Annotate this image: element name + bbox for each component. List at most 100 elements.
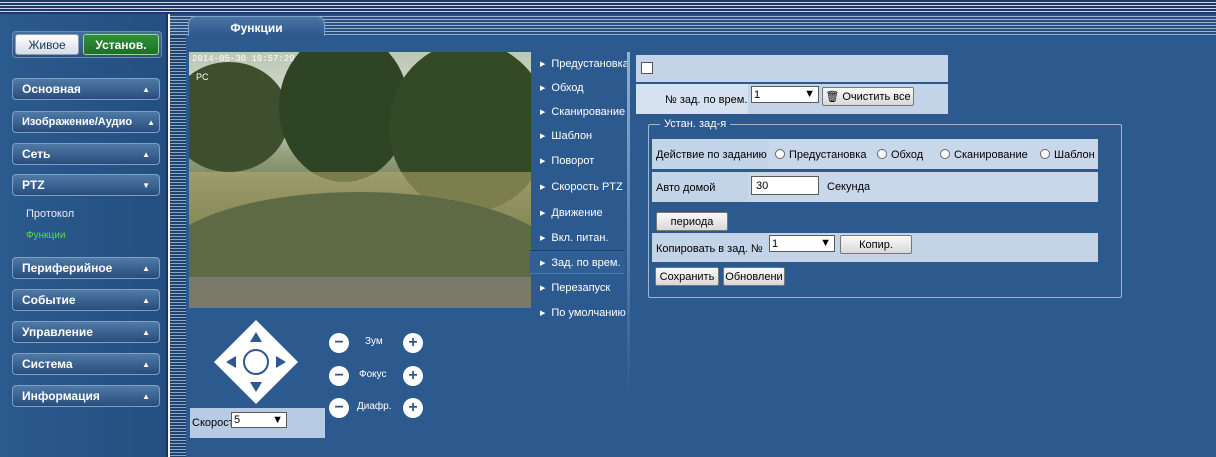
seconds-label: Секунда [827,181,871,193]
auto-home-input[interactable]: 30 [751,176,819,195]
action-option-pattern[interactable]: Шаблон [1040,149,1095,161]
copy-to-value: 1 [772,237,779,250]
copy-to-select[interactable]: 1 ▼ [769,235,835,252]
function-item-label: Поворот [551,155,595,167]
tab-strip [170,14,1216,36]
menu-event[interactable]: Событие ▲ [12,289,160,311]
chevron-up-icon: ▲ [142,392,150,401]
speed-select[interactable]: 5 ▼ [231,412,287,428]
tab-functions[interactable]: Функции [188,16,325,38]
radio-icon [877,149,887,159]
function-item-label: По умолчанию [551,307,626,319]
enable-row [636,55,948,82]
sidebar-item-protocol[interactable]: Протокол [26,208,74,220]
function-item-default[interactable]: ▶ По умолчанию [540,307,626,319]
zoom-in-button[interactable]: + [403,333,423,353]
menu-label: Сеть [22,147,51,161]
function-item-scan[interactable]: ▶ Сканирование [540,106,625,118]
menu-label: Периферийное [22,261,113,275]
chevron-down-icon: ▼ [804,88,815,100]
top-stripe-bar [0,0,1216,14]
function-item-motion[interactable]: ▶ Движение [540,207,603,219]
video-preview[interactable] [189,52,531,308]
function-item-label: Скорость PTZ [551,181,623,193]
radio-icon [940,149,950,159]
function-item-label: Шаблон [551,130,593,142]
action-option-scan[interactable]: Сканирование [940,149,1028,161]
task-no-label: № зад. по врем. [665,94,748,106]
iris-open-button[interactable]: + [403,398,423,418]
refresh-button[interactable]: Обновлени [723,267,785,286]
function-item-label: Обход [551,82,584,94]
action-option-preset[interactable]: Предустановка [775,149,866,161]
chevron-up-icon: ▲ [142,150,150,159]
menu-network[interactable]: Сеть ▲ [12,143,160,165]
chevron-up-icon: ▲ [142,85,150,94]
chevron-down-icon: ▼ [142,181,150,190]
triangle-right-icon: ▶ [540,85,546,92]
menu-ptz[interactable]: PTZ ▼ [12,174,160,196]
function-item-time-task[interactable]: ▶ Зад. по врем. [540,257,621,269]
option-label: Шаблон [1054,149,1095,161]
iris-close-button[interactable]: − [329,398,349,418]
ground-shape [189,277,531,308]
function-item-label: Вкл. питан. [551,232,609,244]
triangle-right-icon: ▶ [540,158,546,165]
triangle-right-icon: ▶ [540,260,546,267]
radio-icon [775,149,785,159]
option-label: Обход [891,149,924,161]
triangle-right-icon: ▶ [540,235,546,242]
triangle-right-icon: ▶ [540,184,546,191]
function-item-restart[interactable]: ▶ Перезапуск [540,282,610,294]
sidebar-item-functions[interactable]: Функции [26,230,65,241]
main-stripe-border [170,36,186,457]
menu-information[interactable]: Информация ▲ [12,385,160,407]
action-option-tour[interactable]: Обход [877,149,923,161]
copy-button[interactable]: Копир. [840,235,912,254]
function-item-pattern[interactable]: ▶ Шаблон [540,130,592,142]
focus-far-button[interactable]: + [403,366,423,386]
function-item-pan[interactable]: ▶ Поворот [540,155,594,167]
triangle-right-icon: ▶ [540,210,546,217]
function-item-tour[interactable]: ▶ Обход [540,82,584,94]
video-timestamp: 2014-05-30 19:57:29 [192,54,295,64]
panel-divider [627,52,630,397]
menu-label: Управление [22,325,93,339]
menu-label: PTZ [22,178,45,192]
period-button[interactable]: периода [656,212,728,231]
menu-management[interactable]: Управление ▲ [12,321,160,343]
function-item-power-up[interactable]: ▶ Вкл. питан. [540,232,608,244]
option-label: Предустановка [789,149,867,161]
task-no-select[interactable]: 1 ▼ [751,86,819,103]
function-item-label: Перезапуск [551,282,611,294]
function-item-label: Зад. по врем. [551,257,621,269]
zoom-label: Зум [365,336,383,347]
function-item-label: Предустановка [551,58,629,70]
menu-image-audio[interactable]: Изображение/Аудио ▲ [12,111,160,133]
live-button[interactable]: Живое [15,34,79,55]
triangle-right-icon: ▶ [540,310,546,317]
menu-peripheral[interactable]: Периферийное ▲ [12,257,160,279]
group-title: Устан. зад-я [660,118,731,130]
chevron-up-icon: ▲ [142,328,150,337]
triangle-right-icon: ▶ [540,133,546,140]
function-item-ptz-speed[interactable]: ▶ Скорость PTZ [540,181,623,193]
menu-system[interactable]: Система ▲ [12,353,160,375]
chevron-up-icon: ▲ [147,118,155,127]
ptz-direction-pad[interactable] [212,318,300,406]
focus-near-button[interactable]: − [329,366,349,386]
zoom-out-button[interactable]: − [329,333,349,353]
focus-label: Фокус [359,369,387,380]
clear-all-label: Очистить все [842,90,911,103]
radio-icon [1040,149,1050,159]
menu-basic[interactable]: Основная ▲ [12,78,160,100]
menu-label: Основная [22,82,81,96]
speed-label: Скорост [192,417,234,429]
video-camera-name: PC [196,72,209,82]
function-item-preset[interactable]: ▶ Предустановка [540,58,629,70]
save-button[interactable]: Сохранить [655,267,719,286]
setup-button[interactable]: Установ. [83,34,159,55]
enable-checkbox[interactable] [641,62,653,74]
chevron-down-icon: ▼ [820,237,831,249]
clear-all-button[interactable]: 🗑 Очистить все [822,87,914,106]
